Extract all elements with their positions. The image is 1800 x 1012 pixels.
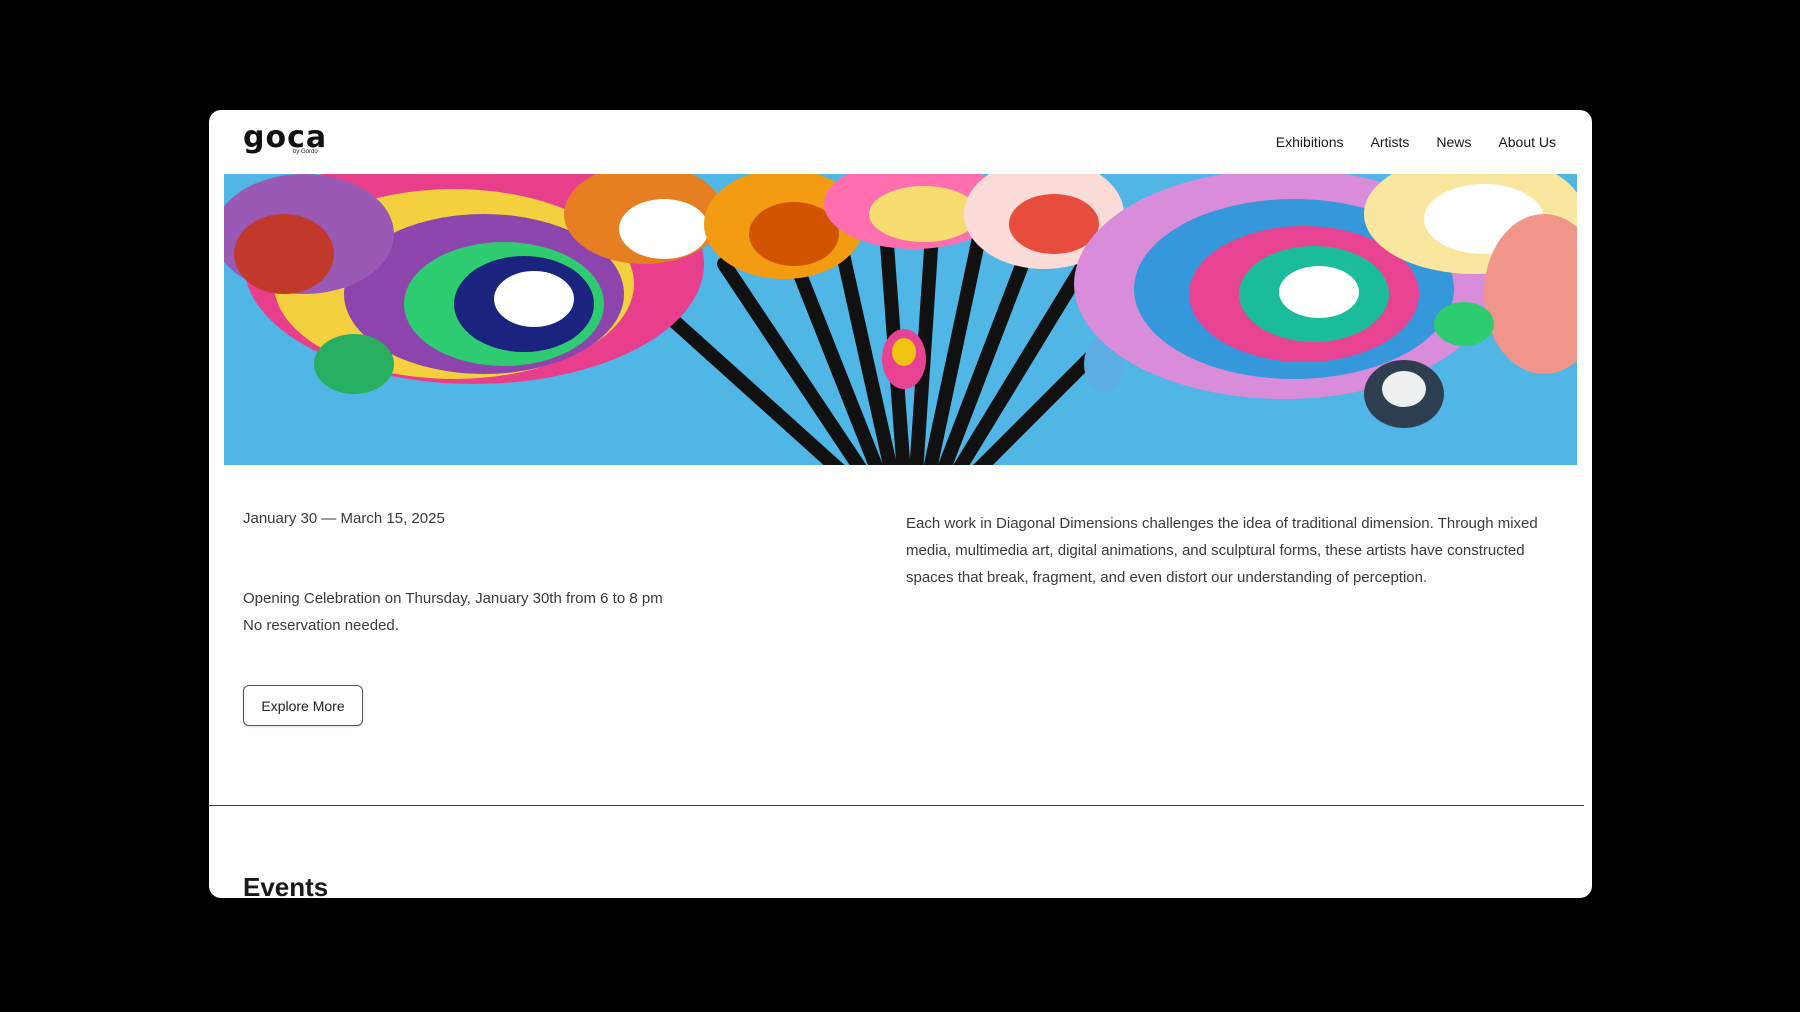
artwork-illustration [224,174,1577,465]
opening-celebration: Opening Celebration on Thursday, January… [243,585,763,639]
events-heading: Events [243,872,329,898]
exhibition-dates: January 30 — March 15, 2025 [243,510,445,527]
site-header: goca by Gordo Exhibitions Artists News A… [209,110,1592,174]
nav-news[interactable]: News [1436,134,1471,150]
nav-about-us[interactable]: About Us [1498,134,1556,150]
main-nav: Exhibitions Artists News About Us [1276,134,1556,150]
section-divider [209,805,1584,806]
logo-subtext: by Gordo [293,149,318,155]
nav-exhibitions[interactable]: Exhibitions [1276,134,1344,150]
exhibition-description: Each work in Diagonal Dimensions challen… [906,515,1538,586]
browser-page: goca by Gordo Exhibitions Artists News A… [209,110,1592,898]
opening-line: Opening Celebration on Thursday, January… [243,590,663,607]
explore-more-button[interactable]: Explore More [243,685,363,726]
reservation-note: No reservation needed. [243,617,399,634]
nav-artists[interactable]: Artists [1371,134,1410,150]
hero-artwork-image [224,174,1577,465]
goca-logo[interactable]: goca by Gordo [243,122,333,158]
